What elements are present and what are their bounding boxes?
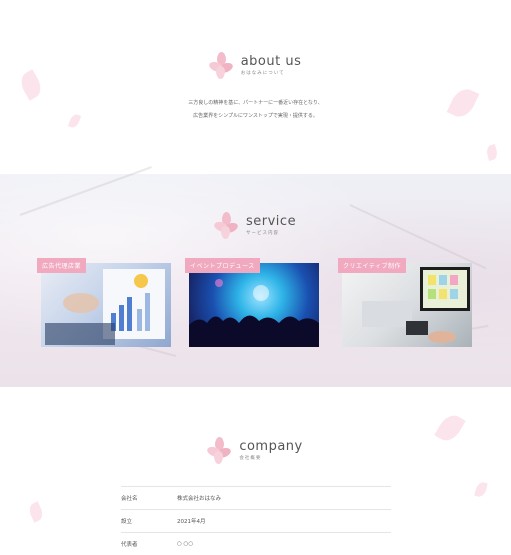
service-title: service	[246, 213, 297, 229]
about-title: about us	[240, 53, 302, 69]
table-row: 会社名 株式会社おはなみ	[121, 486, 391, 509]
service-card-label: クリエイティブ制作	[338, 258, 407, 273]
company-header: company 会社概要	[0, 437, 511, 464]
row-value: ○ ○○	[177, 541, 194, 547]
service-header: service サービス内容	[0, 212, 511, 239]
row-value: 2021年4月	[177, 519, 206, 525]
petal-decoration	[474, 480, 488, 499]
company-subtitle: 会社概要	[239, 455, 262, 461]
service-card-advertising[interactable]: 広告代理店業	[37, 258, 171, 347]
company-info-table: 会社名 株式会社おはなみ 設立 2021年4月 代表者 ○ ○○	[121, 486, 391, 555]
table-row: 代表者 ○ ○○	[121, 532, 391, 555]
petal-decoration	[485, 143, 499, 162]
service-card-event[interactable]: イベントプロデュース	[185, 258, 319, 347]
about-subtitle: おはなみについて	[240, 70, 285, 76]
row-key: 代表者	[121, 542, 138, 548]
concert-crowd-image	[189, 263, 319, 347]
row-key: 設立	[121, 519, 133, 525]
business-charts-image	[41, 263, 171, 347]
table-row: 設立 2021年4月	[121, 509, 391, 532]
row-key: 会社名	[121, 496, 138, 502]
row-value: 株式会社おはなみ	[177, 496, 222, 502]
petal-decoration	[26, 501, 46, 523]
sakura-logo-icon	[206, 437, 233, 464]
about-line: 三方良しの精神を基に、パートナーに一番近い存在となり、	[188, 100, 323, 106]
about-header: about us おはなみについて	[0, 52, 511, 79]
sakura-logo-icon	[207, 52, 234, 79]
company-title: company	[239, 438, 303, 454]
service-card-label: イベントプロデュース	[185, 258, 260, 273]
service-subtitle: サービス内容	[246, 230, 279, 236]
about-line: 広告業界をシンプルにワンストップで実現・提供する。	[193, 113, 318, 119]
sakura-logo-icon	[212, 212, 240, 239]
service-card-label: 広告代理店業	[37, 258, 87, 273]
service-card-creative[interactable]: クリエイティブ制作	[338, 258, 472, 347]
design-desk-image	[342, 263, 472, 347]
about-description: 三方良しの精神を基に、パートナーに一番近い存在となり、 広告業界をシンプルにワン…	[0, 97, 511, 123]
